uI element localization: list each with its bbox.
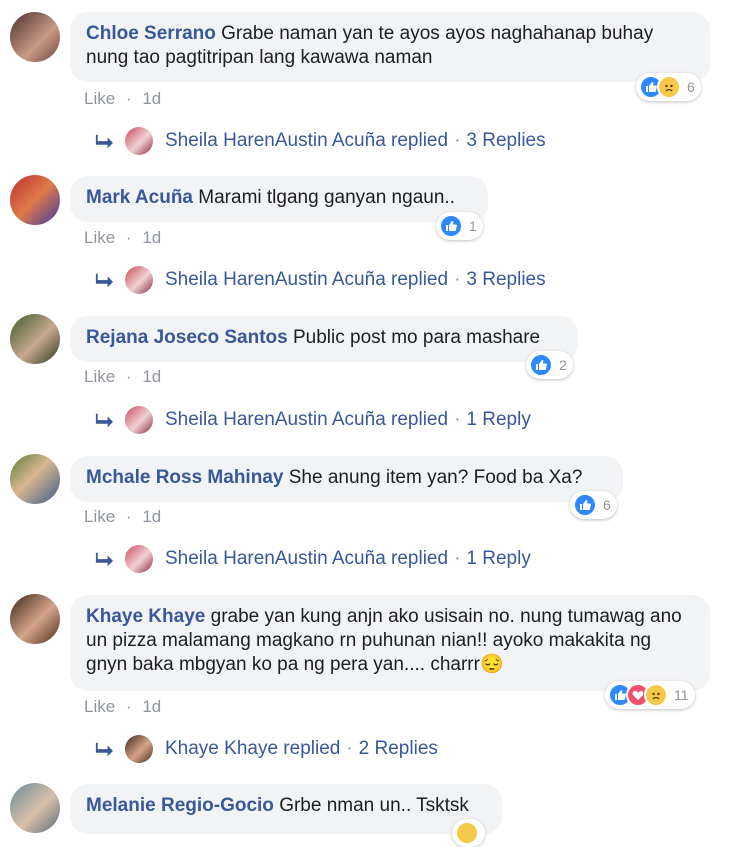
- reaction-count: 1: [469, 218, 477, 234]
- view-replies-link[interactable]: Sheila HarenAustin Acuña replied · 1 Rep…: [95, 543, 531, 575]
- comment-time[interactable]: 1d: [142, 367, 161, 386]
- reply-count: 3 Replies: [466, 130, 546, 151]
- view-replies-link[interactable]: Sheila HarenAustin Acuña replied · 3 Rep…: [95, 264, 546, 296]
- comment-time[interactable]: 1d: [142, 697, 161, 716]
- like-link[interactable]: Like: [84, 697, 115, 716]
- reply-count: 2 Replies: [358, 738, 438, 759]
- reply-count: 1 Reply: [466, 548, 531, 569]
- separator: ·: [454, 548, 461, 569]
- comment-bubble: Melanie Regio-Gocio Grbe nman un.. Tskts…: [70, 784, 502, 834]
- reply-arrow-icon: [95, 134, 113, 149]
- reply-avatar: [125, 545, 153, 573]
- separator: ·: [125, 507, 132, 526]
- comment-author[interactable]: Mchale Ross Mahinay: [86, 467, 283, 488]
- reaction-summary[interactable]: 2: [526, 351, 573, 379]
- like-link[interactable]: Like: [84, 507, 115, 526]
- reply-author: Sheila HarenAustin Acuña replied: [165, 409, 449, 430]
- view-replies-link[interactable]: Sheila HarenAustin Acuña replied · 1 Rep…: [95, 404, 531, 436]
- reply-arrow-icon: [95, 742, 113, 757]
- reply-count: 1 Reply: [466, 409, 531, 430]
- reply-count: 3 Replies: [466, 269, 546, 290]
- comment-text: Marami tlgang ganyan ngaun..: [198, 187, 455, 208]
- sad-icon: [657, 75, 681, 99]
- separator: ·: [454, 269, 461, 290]
- avatar[interactable]: [10, 175, 60, 225]
- reaction-count: 6: [687, 79, 695, 95]
- comment-author[interactable]: Rejana Joseco Santos: [86, 327, 288, 348]
- comment-bubble: Rejana Joseco Santos Public post mo para…: [70, 316, 578, 362]
- separator: ·: [454, 409, 461, 430]
- separator: ·: [454, 130, 461, 151]
- comment-author[interactable]: Khaye Khaye: [86, 606, 205, 627]
- reaction-summary[interactable]: 6: [570, 491, 617, 519]
- comment-meta: Like · 1d: [84, 367, 161, 387]
- reply-avatar: [125, 266, 153, 294]
- comment-meta: Like · 1d: [84, 89, 161, 109]
- reply-arrow-icon: [95, 413, 113, 428]
- sad-icon: [644, 683, 668, 707]
- reaction-count: 2: [559, 357, 567, 373]
- comment-time[interactable]: 1d: [142, 228, 161, 247]
- comment-text: Public post mo para mashare: [292, 327, 541, 348]
- reply-arrow-icon: [95, 552, 113, 567]
- reaction-summary[interactable]: 1: [436, 212, 483, 240]
- reaction-summary[interactable]: 6: [636, 73, 701, 101]
- like-link[interactable]: Like: [84, 89, 115, 108]
- reaction-count: 6: [603, 497, 611, 513]
- avatar[interactable]: [10, 454, 60, 504]
- sad-icon: [455, 821, 479, 845]
- like-icon: [439, 214, 463, 238]
- reaction-summary[interactable]: [452, 819, 485, 847]
- avatar[interactable]: [10, 314, 60, 364]
- comment-bubble: Mchale Ross Mahinay She anung item yan? …: [70, 456, 623, 502]
- comment-meta: Like · 1d: [84, 228, 161, 248]
- comment-meta: Like · 1d: [84, 697, 161, 717]
- comment-bubble: Khaye Khaye grabe yan kung anjn ako usis…: [70, 595, 710, 691]
- comment-bubble: Chloe Serrano Grabe naman yan te ayos ay…: [70, 12, 710, 82]
- reply-author: Khaye Khaye replied: [165, 738, 341, 759]
- avatar[interactable]: [10, 12, 60, 62]
- comment-meta: Like · 1d: [84, 507, 161, 527]
- reply-author: Sheila HarenAustin Acuña replied: [165, 548, 449, 569]
- separator: ·: [346, 738, 353, 759]
- comment-bubble: Mark Acuña Marami tlgang ganyan ngaun..: [70, 176, 488, 222]
- comment-author[interactable]: Melanie Regio-Gocio: [86, 795, 274, 816]
- avatar[interactable]: [10, 594, 60, 644]
- reply-author: Sheila HarenAustin Acuña replied: [165, 130, 449, 151]
- view-replies-link[interactable]: Sheila HarenAustin Acuña replied · 3 Rep…: [95, 125, 546, 157]
- comment-author[interactable]: Chloe Serrano: [86, 23, 216, 44]
- reply-arrow-icon: [95, 273, 113, 288]
- reply-author: Sheila HarenAustin Acuña replied: [165, 269, 449, 290]
- reply-avatar: [125, 735, 153, 763]
- reply-avatar: [125, 406, 153, 434]
- comment-time[interactable]: 1d: [142, 507, 161, 526]
- avatar[interactable]: [10, 783, 60, 833]
- separator: ·: [125, 89, 132, 108]
- view-replies-link[interactable]: Khaye Khaye replied · 2 Replies: [95, 733, 438, 765]
- separator: ·: [125, 697, 132, 716]
- like-icon: [573, 493, 597, 517]
- reply-avatar: [125, 127, 153, 155]
- separator: ·: [125, 228, 132, 247]
- like-icon: [529, 353, 553, 377]
- like-link[interactable]: Like: [84, 228, 115, 247]
- comment-author[interactable]: Mark Acuña: [86, 187, 193, 208]
- reaction-summary[interactable]: 11: [605, 681, 695, 709]
- comment-time[interactable]: 1d: [142, 89, 161, 108]
- reaction-count: 11: [674, 687, 689, 703]
- like-link[interactable]: Like: [84, 367, 115, 386]
- comment-text: Grbe nman un.. Tsktsk: [279, 795, 469, 816]
- comment-text: She anung item yan? Food ba Xa?: [288, 467, 583, 488]
- separator: ·: [125, 367, 132, 386]
